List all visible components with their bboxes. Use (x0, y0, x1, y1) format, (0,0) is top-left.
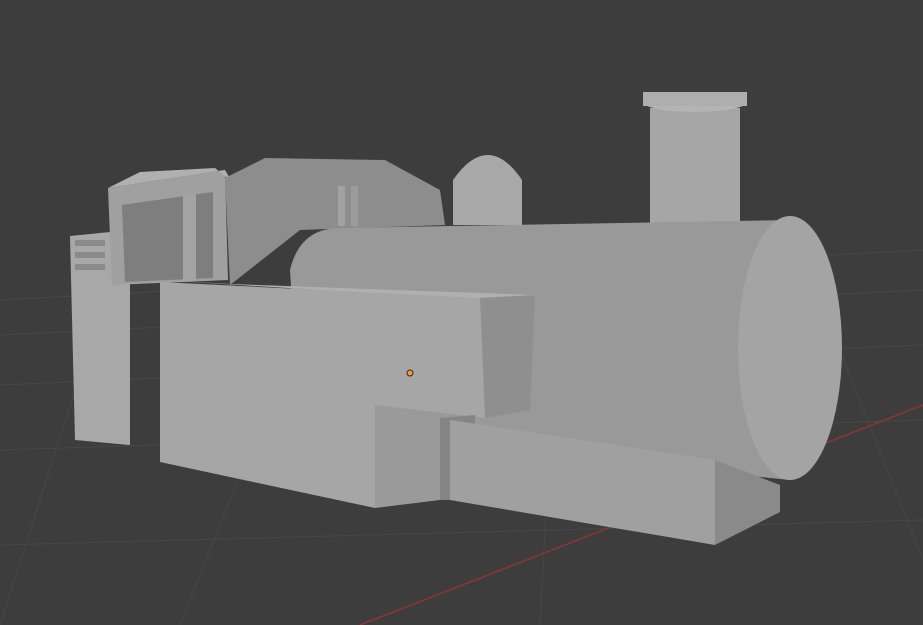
chimney-rim (643, 92, 747, 106)
cab-window-frame (122, 192, 213, 282)
cylinder-block (375, 405, 440, 508)
rear-vents (75, 240, 105, 270)
cab-pillar (183, 194, 196, 282)
smokebox-front (738, 216, 842, 480)
steam-dome (453, 155, 522, 225)
origin-dot-icon[interactable] (406, 369, 414, 377)
chimney-stack (650, 108, 740, 226)
whistle-left (338, 186, 345, 226)
side-tank-front (480, 295, 535, 418)
viewport-canvas[interactable] (0, 0, 923, 625)
3d-viewport[interactable] (0, 0, 923, 625)
locomotive-model[interactable] (70, 92, 842, 545)
whistle-right (351, 186, 358, 226)
